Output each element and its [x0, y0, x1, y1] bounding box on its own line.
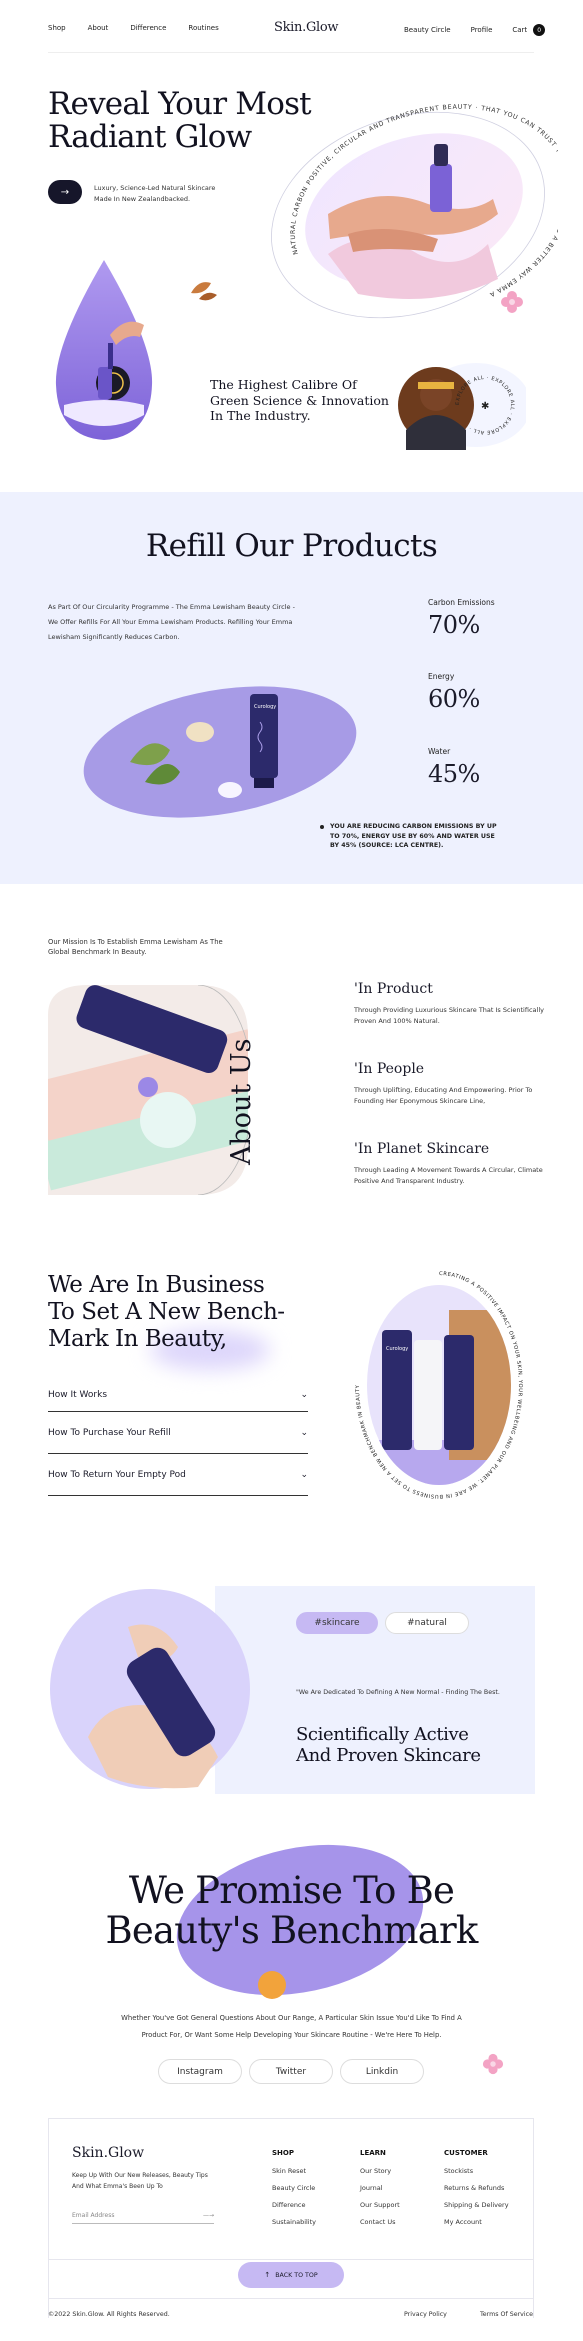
- arrow-up-icon: ↑: [264, 2271, 271, 2279]
- skincare-hand-image: [50, 1589, 250, 1789]
- nav-routines[interactable]: Routines: [188, 24, 218, 32]
- social-twitter[interactable]: Twitter: [249, 2059, 333, 2084]
- footer-brand[interactable]: Skin.Glow: [72, 2145, 144, 2161]
- about-vertical-title: About Us: [226, 1038, 257, 1165]
- svg-text:NATURAL CARBON POSITIVE, CIRCU: NATURAL CARBON POSITIVE, CIRCULAR AND TR…: [258, 104, 558, 298]
- cart-count-badge[interactable]: 0: [533, 24, 546, 36]
- flower-icon: [501, 291, 523, 313]
- nav-shop[interactable]: Shop: [48, 24, 66, 32]
- faq-list: How It Works ⌄ How To Purchase Your Refi…: [48, 1378, 308, 1496]
- footer-email-field[interactable]: Email Address —→: [72, 2212, 214, 2224]
- chevron-down-icon: ⌄: [300, 1469, 308, 1480]
- refill-note: YOU ARE REDUCING CARBON EMISSIONS BY UP …: [320, 822, 505, 851]
- footer-link[interactable]: Shipping & Delivery: [444, 2201, 509, 2209]
- faq-purchase-refill[interactable]: How To Purchase Your Refill ⌄: [48, 1412, 308, 1454]
- footer-link[interactable]: Returns & Refunds: [444, 2184, 509, 2192]
- about-item-planet: 'In Planet Skincare Through Leading A Mo…: [354, 1141, 543, 1185]
- bullet-dot: [320, 825, 324, 829]
- nav-about[interactable]: About: [88, 24, 109, 32]
- about-item-product: 'In Product Through Providing Luxurious …: [354, 981, 544, 1025]
- faq-how-it-works[interactable]: How It Works ⌄: [48, 1378, 308, 1412]
- hero-arrow-button[interactable]: →: [48, 180, 82, 204]
- privacy-policy-link[interactable]: Privacy Policy: [404, 2311, 447, 2318]
- nav-profile[interactable]: Profile: [471, 26, 493, 34]
- faq-return-pod[interactable]: How To Return Your Empty Pod ⌄: [48, 1454, 308, 1496]
- footer-link[interactable]: Skin Reset: [272, 2167, 316, 2175]
- submit-arrow-icon[interactable]: —→: [203, 2212, 214, 2219]
- social-instagram[interactable]: Instagram: [158, 2059, 242, 2084]
- stat-carbon: Carbon Emissions 70%: [428, 598, 495, 639]
- chevron-down-icon: ⌄: [300, 1389, 308, 1400]
- terms-of-service-link[interactable]: Terms Of Service: [480, 2311, 533, 2318]
- chevron-down-icon: ⌄: [300, 1427, 308, 1438]
- about-item-people: 'In People Through Uplifting, Educating …: [354, 1061, 533, 1105]
- nav-divider: [48, 52, 534, 53]
- footer-blurb: Keep Up With Our New Releases, Beauty Ti…: [72, 2172, 208, 2190]
- copyright-text: ©2022 Skin.Glow. All Rights Reserved.: [48, 2311, 170, 2318]
- refill-title: Refill Our Products: [145, 528, 438, 564]
- nav-cart[interactable]: Cart: [512, 26, 527, 34]
- brand-logo[interactable]: Skin.Glow: [274, 20, 339, 35]
- footer-link[interactable]: Our Story: [360, 2167, 400, 2175]
- svg-text:Curology: Curology: [254, 704, 276, 710]
- stat-energy: Energy 60%: [428, 672, 480, 713]
- footer-link[interactable]: Journal: [360, 2184, 400, 2192]
- stat-water: Water 45%: [428, 747, 480, 788]
- hero-drop-image: [55, 260, 153, 440]
- refill-product-image: Curology: [83, 686, 357, 818]
- promise-title: We Promise To Be Beauty's Benchmark: [105, 1869, 479, 1952]
- footer-col-learn: LEARN Our Story Journal Our Support Cont…: [360, 2149, 400, 2226]
- nav-difference[interactable]: Difference: [130, 24, 166, 32]
- back-to-top-button[interactable]: ↑ BACK TO TOP: [238, 2262, 344, 2288]
- footer-link[interactable]: Our Support: [360, 2201, 400, 2209]
- footer-col-customer: CUSTOMER Stockists Returns & Refunds Shi…: [444, 2149, 509, 2226]
- skincare-title: Scientifically Active And Proven Skincar…: [296, 1724, 481, 1766]
- tag-natural[interactable]: #natural: [385, 1612, 469, 1634]
- footer-link[interactable]: Contact Us: [360, 2218, 400, 2226]
- business-product-circle: Curology CREATING A POSITIVE IMPACT ON Y…: [355, 1271, 522, 1499]
- leaf-icon: [191, 282, 217, 301]
- business-title: We Are In Business To Set A New Bench- M…: [48, 1272, 285, 1352]
- social-linkdin[interactable]: Linkdin: [340, 2059, 424, 2084]
- footer-link[interactable]: Beauty Circle: [272, 2184, 316, 2192]
- refill-body: As Part Of Our Circularity Programme - T…: [48, 603, 295, 641]
- nav-beauty-circle[interactable]: Beauty Circle: [404, 26, 451, 34]
- hero-subtitle: Luxury, Science-Led Natural Skincare Mad…: [94, 184, 216, 203]
- mission-text: Our Mission Is To Establish Emma Lewisha…: [48, 938, 223, 956]
- top-nav: Shop About Difference Routines Skin.Glow…: [0, 0, 583, 55]
- tag-skincare[interactable]: #skincare: [296, 1612, 378, 1634]
- flower-icon: [482, 2053, 504, 2075]
- about-image: [48, 985, 313, 1195]
- footer-link[interactable]: Sustainability: [272, 2218, 316, 2226]
- footer-divider: [48, 2259, 534, 2260]
- arrow-right-icon: →: [60, 186, 70, 198]
- promise-body: Whether You've Got General Questions Abo…: [121, 2014, 462, 2039]
- footer-col-shop: SHOP Skin Reset Beauty Circle Difference…: [272, 2149, 317, 2226]
- footer-link[interactable]: Difference: [272, 2201, 316, 2209]
- svg-text:✱: ✱: [481, 401, 489, 412]
- explore-all-button[interactable]: EXPLORE ALL · EXPLORE ALL · EXPLORE ALL …: [396, 360, 526, 450]
- skincare-quote: "We Are Dedicated To Defining A New Norm…: [296, 1689, 500, 1696]
- footer-link[interactable]: My Account: [444, 2218, 509, 2226]
- svg-text:Curology: Curology: [386, 1346, 408, 1352]
- footer-link[interactable]: Stockists: [444, 2167, 509, 2175]
- footer-bottom-line: [48, 2298, 534, 2299]
- hero-caption: The Highest Calibre Of Green Science & I…: [210, 377, 389, 423]
